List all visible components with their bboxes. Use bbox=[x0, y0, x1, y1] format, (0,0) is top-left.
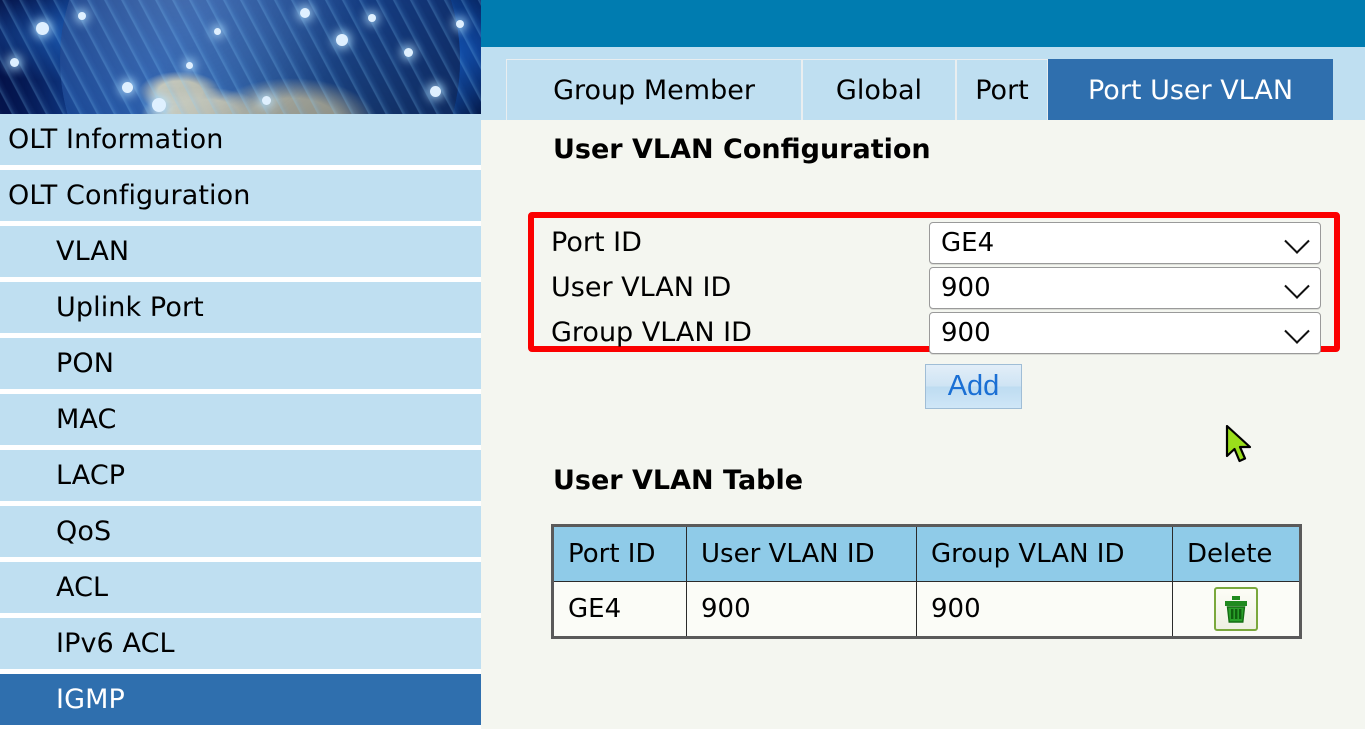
bokeh-dot bbox=[10, 58, 19, 67]
sidebar-item-label: OLT Information bbox=[8, 124, 224, 155]
chevron-down-icon bbox=[1284, 317, 1310, 344]
cell-port-id: GE4 bbox=[552, 581, 687, 638]
group-vlan-id-select[interactable]: 900 bbox=[929, 311, 1321, 354]
user-vlan-table-title: User VLAN Table bbox=[553, 465, 804, 496]
tab-bar: Group Member Global Port Port User VLAN bbox=[481, 47, 1365, 120]
mouse-cursor bbox=[1225, 424, 1255, 471]
sidebar-item-label: Uplink Port bbox=[56, 292, 204, 323]
group-vlan-id-label: Group VLAN ID bbox=[551, 317, 752, 348]
chevron-down-icon bbox=[1284, 272, 1310, 299]
add-button[interactable]: Add bbox=[925, 364, 1022, 409]
cell-group-vlan-id: 900 bbox=[916, 581, 1173, 638]
column-header-delete: Delete bbox=[1172, 525, 1301, 582]
bokeh-dot bbox=[456, 20, 464, 28]
form-row-user-vlan-id: User VLAN ID 900 bbox=[551, 265, 1341, 310]
table-header-row: Port ID User VLAN ID Group VLAN ID Delet… bbox=[552, 525, 1301, 582]
main-content: Group Member Global Port Port User VLAN … bbox=[481, 47, 1365, 729]
bokeh-dot bbox=[214, 28, 221, 35]
bokeh-dot bbox=[78, 12, 86, 20]
sidebar-item-label: QoS bbox=[56, 516, 112, 547]
sidebar-item-olt-configuration[interactable]: OLT Configuration bbox=[0, 170, 481, 221]
tab-group-member[interactable]: Group Member bbox=[506, 59, 802, 120]
cell-user-vlan-id: 900 bbox=[686, 581, 917, 638]
bokeh-dot bbox=[152, 98, 166, 112]
port-id-select[interactable]: GE4 bbox=[929, 221, 1321, 264]
port-id-value: GE4 bbox=[941, 227, 995, 258]
bokeh-dot bbox=[36, 22, 49, 35]
sidebar-item-lacp[interactable]: LACP bbox=[0, 450, 481, 501]
tab-label: Group Member bbox=[553, 74, 755, 106]
tab-label: Global bbox=[835, 74, 923, 106]
sidebar-item-pon[interactable]: PON bbox=[0, 338, 481, 389]
bokeh-dot bbox=[186, 62, 193, 69]
page-header-band: g bbox=[481, 0, 1365, 47]
sidebar-item-uplink-port[interactable]: Uplink Port bbox=[0, 282, 481, 333]
bokeh-dot bbox=[404, 48, 413, 57]
banner-light-rays bbox=[0, 0, 481, 114]
table-row: GE4 900 900 bbox=[552, 581, 1301, 638]
bokeh-dot bbox=[430, 86, 441, 97]
user-vlan-configuration-form: Port ID GE4 User VLAN ID 900 Group VLAN … bbox=[551, 220, 1341, 355]
user-vlan-id-value: 900 bbox=[941, 272, 991, 303]
column-header-group-vlan-id: Group VLAN ID bbox=[916, 525, 1173, 582]
sidebar-item-label: ACL bbox=[56, 572, 109, 603]
bokeh-dot bbox=[336, 34, 348, 46]
form-row-group-vlan-id: Group VLAN ID 900 bbox=[551, 310, 1341, 355]
sidebar-item-ipv6-acl[interactable]: IPv6 ACL bbox=[0, 618, 481, 669]
port-id-label: Port ID bbox=[551, 227, 642, 258]
tab-label: Port User VLAN bbox=[1087, 74, 1294, 106]
sidebar-item-olt-information[interactable]: OLT Information bbox=[0, 114, 481, 165]
bokeh-dot bbox=[262, 96, 271, 105]
sidebar-item-label: IPv6 ACL bbox=[56, 628, 175, 659]
form-row-port-id: Port ID GE4 bbox=[551, 220, 1341, 265]
globe-banner-image bbox=[0, 0, 481, 114]
user-vlan-table: Port ID User VLAN ID Group VLAN ID Delet… bbox=[551, 524, 1302, 639]
sidebar-item-qos[interactable]: QoS bbox=[0, 506, 481, 557]
sidebar-item-mac[interactable]: MAC bbox=[0, 394, 481, 445]
trash-icon[interactable] bbox=[1214, 587, 1258, 631]
user-vlan-id-select[interactable]: 900 bbox=[929, 266, 1321, 309]
sidebar-nav: OLT Information OLT Configuration VLAN U… bbox=[0, 114, 481, 729]
sidebar-item-igmp[interactable]: IGMP bbox=[0, 674, 481, 725]
sidebar-item-label: VLAN bbox=[56, 236, 130, 267]
tab-label: Port bbox=[975, 74, 1029, 106]
bokeh-dot bbox=[300, 8, 310, 18]
chevron-down-icon bbox=[1284, 227, 1310, 254]
sidebar-item-label: LACP bbox=[56, 460, 126, 491]
column-header-port-id: Port ID bbox=[552, 525, 687, 582]
cell-delete bbox=[1172, 581, 1301, 638]
sidebar-item-label: MAC bbox=[56, 404, 117, 435]
tab-port-user-vlan[interactable]: Port User VLAN bbox=[1048, 59, 1333, 120]
user-vlan-configuration-title: User VLAN Configuration bbox=[553, 134, 931, 165]
sidebar-item-vlan[interactable]: VLAN bbox=[0, 226, 481, 277]
column-header-user-vlan-id: User VLAN ID bbox=[686, 525, 917, 582]
group-vlan-id-value: 900 bbox=[941, 317, 991, 348]
tab-port[interactable]: Port bbox=[956, 59, 1048, 120]
user-vlan-id-label: User VLAN ID bbox=[551, 272, 732, 303]
bokeh-dot bbox=[122, 82, 133, 93]
sidebar-item-label: PON bbox=[56, 348, 115, 379]
bokeh-dot bbox=[368, 14, 376, 22]
tab-global[interactable]: Global bbox=[802, 59, 956, 120]
sidebar-item-label: OLT Configuration bbox=[8, 180, 251, 211]
sidebar-item-label: IGMP bbox=[56, 684, 125, 715]
sidebar-item-acl[interactable]: ACL bbox=[0, 562, 481, 613]
